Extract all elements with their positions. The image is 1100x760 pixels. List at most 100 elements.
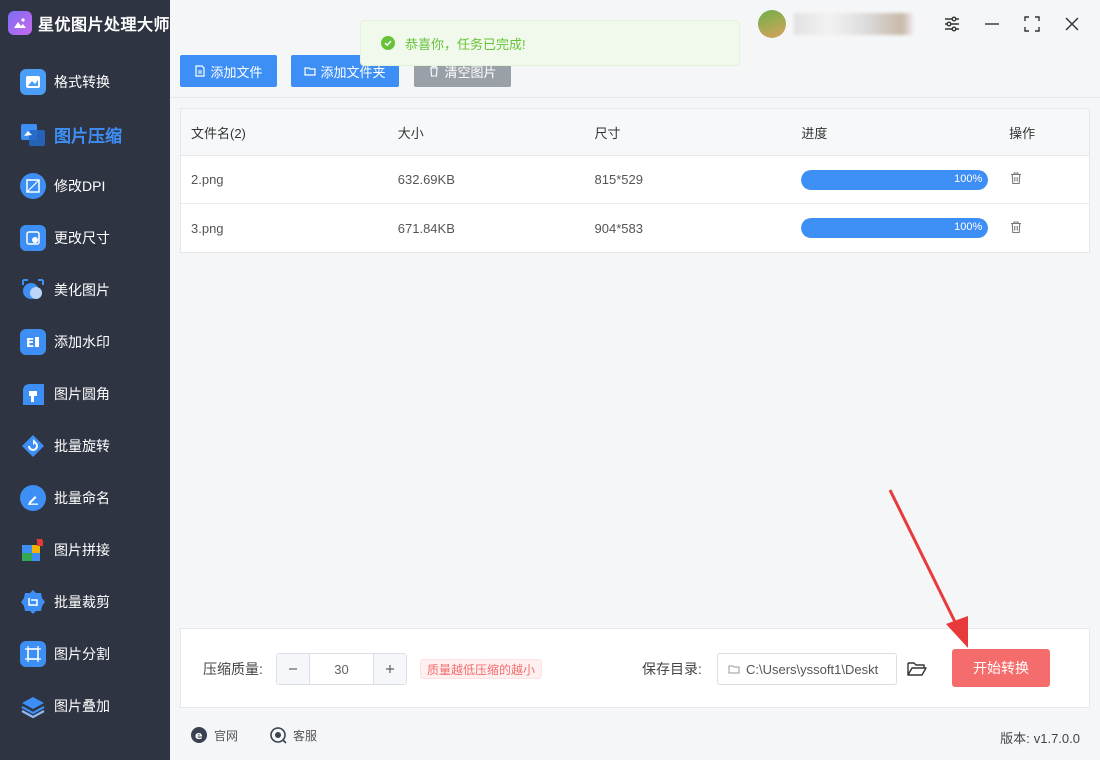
sidebar-item-label: 更改尺寸: [54, 230, 110, 246]
check-circle-icon: [381, 36, 395, 50]
sidebar-item-label: 图片叠加: [54, 698, 110, 714]
close-icon[interactable]: [1060, 12, 1084, 36]
quality-input[interactable]: 30: [310, 654, 373, 684]
avatar[interactable]: [758, 10, 786, 38]
image-compress-icon: [20, 121, 46, 147]
username-blurred: [794, 13, 914, 35]
progress-label: 100%: [954, 172, 983, 185]
save-dir-input[interactable]: C:\Users\yssoft1\Deskt: [717, 653, 897, 685]
header-filename: 文件名(2): [191, 125, 246, 141]
sidebar-item-label: 图片分割: [54, 646, 110, 662]
dpi-icon: [20, 173, 46, 199]
crop-icon: [20, 589, 46, 615]
open-folder-icon[interactable]: [905, 657, 929, 681]
quality-hint-tag: 质量越低压缩的越小: [420, 659, 543, 679]
sidebar-item-label: 图片压缩: [54, 126, 122, 146]
stitch-icon: [20, 537, 46, 563]
delete-icon[interactable]: [1009, 172, 1023, 188]
rename-icon: [20, 485, 46, 511]
quality-decrease-button[interactable]: [277, 654, 310, 684]
watermark-icon: E: [20, 329, 46, 355]
support-link[interactable]: 客服: [269, 726, 317, 744]
sidebar-item-label: 图片圆角: [54, 386, 110, 402]
folder-outline-icon: [728, 665, 740, 674]
save-dir-value: C:\Users\yssoft1\Deskt: [746, 661, 879, 677]
settings-panel: 压缩质量: 30 质量越低压缩的越小 保存目录: C:\Users\yssoft…: [180, 628, 1090, 708]
cell-dimensions: 904*583: [594, 220, 643, 236]
sidebar: 星优图片处理大师 格式转换 图片压缩 修改DPI 更改尺寸 美化图片 E 添加水…: [0, 0, 170, 760]
version-info: 版本: v1.7.0.0: [996, 728, 1080, 747]
main-content: 添加文件 添加文件夹 清空图片 恭喜你，任务已完成! 文件名(2) 大小 尺寸 …: [170, 0, 1100, 760]
add-file-label: 添加文件: [210, 64, 263, 80]
sidebar-item-label: 批量命名: [54, 490, 110, 506]
minimize-icon[interactable]: [980, 12, 1004, 36]
version-label: 版本:: [1000, 731, 1030, 746]
quality-stepper: 30: [276, 653, 407, 685]
sidebar-item-watermark[interactable]: E 添加水印: [0, 316, 170, 368]
cell-dimensions: 815*529: [594, 172, 643, 187]
progress-label: 100%: [954, 221, 983, 233]
split-icon: [20, 641, 46, 667]
svg-text:e: e: [195, 729, 202, 742]
progress-bar: 100%: [801, 218, 989, 238]
progress-bar: 100%: [801, 169, 989, 190]
sidebar-item-split[interactable]: 图片分割: [0, 628, 170, 680]
sidebar-item-label: 图片拼接: [54, 542, 110, 558]
sidebar-item-image-compress[interactable]: 图片压缩: [0, 108, 170, 160]
sidebar-item-label: 批量旋转: [54, 438, 110, 454]
quality-increase-button[interactable]: [373, 654, 406, 684]
sidebar-item-label: 美化图片: [54, 282, 110, 298]
rounded-corner-icon: [20, 381, 46, 407]
cell-progress: 100%: [801, 169, 1009, 190]
sidebar-item-overlay[interactable]: 图片叠加: [0, 680, 170, 732]
version-value: v1.7.0.0: [1033, 731, 1080, 746]
file-icon: [195, 65, 206, 77]
cell-progress: 100%: [801, 218, 1009, 238]
sidebar-item-label: 修改DPI: [54, 178, 106, 194]
app-title: 星优图片处理大师: [38, 17, 171, 34]
settings-icon[interactable]: [940, 12, 964, 36]
table-row[interactable]: 2.png 632.69KB 815*529 100%: [181, 156, 1089, 204]
sidebar-item-rounded-corner[interactable]: 图片圆角: [0, 368, 170, 420]
plus-icon: [386, 665, 394, 673]
header-size: 大小: [397, 125, 424, 141]
chat-icon: [270, 727, 287, 744]
support-label: 客服: [293, 728, 318, 743]
sidebar-item-rename[interactable]: 批量命名: [0, 472, 170, 524]
cell-filename: 3.png: [191, 220, 224, 236]
file-table: 文件名(2) 大小 尺寸 进度 操作 2.png 632.69KB 815*52…: [180, 108, 1090, 253]
user-info[interactable]: [758, 10, 914, 38]
overlay-icon: [20, 693, 46, 719]
sidebar-item-rotate[interactable]: 批量旋转: [0, 420, 170, 472]
sidebar-item-dpi[interactable]: 修改DPI: [0, 160, 170, 212]
save-dir-label: 保存目录:: [642, 661, 702, 677]
table-row[interactable]: 3.png 671.84KB 904*583 100%: [181, 204, 1089, 252]
minus-icon: [289, 668, 297, 670]
cell-size: 671.84KB: [397, 220, 455, 236]
app-logo-icon: [8, 11, 32, 35]
toast-message: 恭喜你，任务已完成!: [405, 36, 526, 52]
svg-text:E: E: [26, 336, 34, 350]
sidebar-item-resize[interactable]: 更改尺寸: [0, 212, 170, 264]
website-link[interactable]: e 官网: [190, 726, 238, 744]
start-convert-button[interactable]: 开始转换: [952, 649, 1050, 687]
table-header: 文件名(2) 大小 尺寸 进度 操作: [181, 109, 1089, 156]
sidebar-item-beautify[interactable]: 美化图片: [0, 264, 170, 316]
header-progress: 进度: [801, 125, 828, 141]
sidebar-item-stitch[interactable]: 图片拼接: [0, 524, 170, 576]
header-dimensions: 尺寸: [594, 125, 621, 141]
rotate-icon: [20, 433, 46, 459]
cell-size: 632.69KB: [397, 172, 455, 187]
sidebar-nav: 格式转换 图片压缩 修改DPI 更改尺寸 美化图片 E 添加水印 图片圆角 批量…: [0, 56, 170, 732]
delete-icon[interactable]: [1009, 220, 1023, 237]
add-file-button[interactable]: 添加文件: [180, 55, 277, 87]
cell-actions: [1009, 220, 1089, 237]
sidebar-item-crop[interactable]: 批量裁剪: [0, 576, 170, 628]
success-toast: 恭喜你，任务已完成!: [360, 20, 740, 66]
folder-icon: [304, 67, 317, 76]
maximize-icon[interactable]: [1020, 12, 1044, 36]
ie-icon: e: [191, 727, 207, 743]
sidebar-item-format-convert[interactable]: 格式转换: [0, 56, 170, 108]
beautify-icon: [20, 277, 46, 303]
app-logo: 星优图片处理大师: [8, 10, 170, 36]
